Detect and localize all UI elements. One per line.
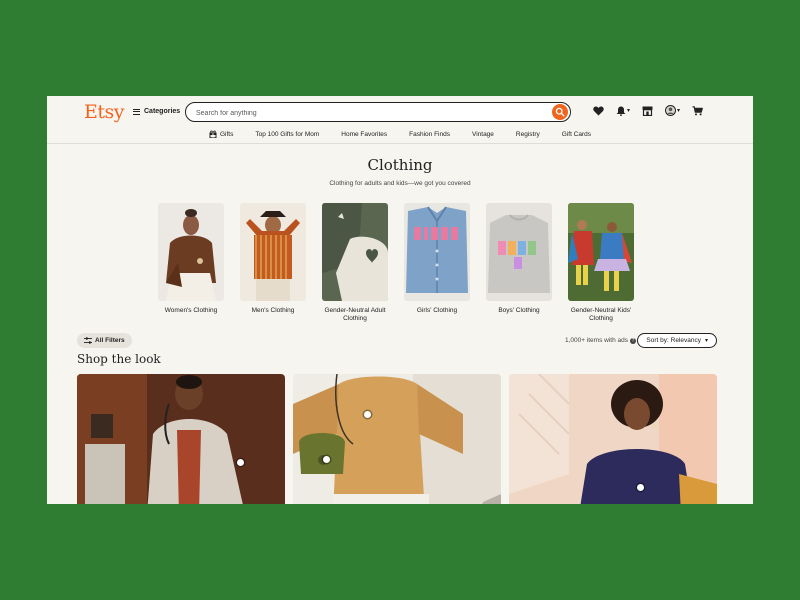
chevron-down-icon: ▾ — [626, 108, 630, 114]
info-icon[interactable]: ? — [630, 337, 636, 344]
category-girls-clothing[interactable]: Girls' Clothing — [404, 203, 470, 323]
category-gender-neutral-adult-clothing[interactable]: Gender-Neutral Adult Clothing — [322, 203, 388, 323]
nav-item-fashion-finds[interactable]: Fashion Finds — [409, 131, 450, 138]
etsy-logo[interactable]: Etsy — [84, 101, 125, 123]
results-count-text: 1,000+ items with ads — [564, 337, 628, 344]
nav-label: Gifts — [219, 130, 234, 138]
header-actions: ▾ ▾ — [593, 105, 703, 116]
etsy-page: Etsy Categories ▾ — [47, 96, 753, 504]
shop-the-look-title: Shop the look — [77, 352, 161, 366]
look-image — [77, 374, 285, 504]
sort-label: Sort by: Relevancy — [646, 337, 701, 344]
bell-icon — [616, 106, 626, 116]
category-image — [322, 203, 388, 301]
category-label: Girls' Clothing — [416, 307, 458, 314]
category-image — [240, 203, 306, 301]
sort-dropdown[interactable]: Sort by: Relevancy ▾ — [637, 333, 717, 348]
avatar-icon — [664, 105, 676, 116]
category-image — [568, 203, 634, 301]
page-subtitle: Clothing for adults and kids—we got you … — [329, 180, 471, 187]
category-label: Gender-Neutral Adult Clothing — [324, 307, 386, 322]
category-image — [404, 203, 470, 301]
nav-item-top-100-gifts[interactable]: Top 100 Gifts for Mom — [255, 131, 319, 138]
category-mens-clothing[interactable]: Men's Clothing — [240, 203, 306, 323]
category-womens-clothing[interactable]: Women's Clothing — [158, 203, 224, 323]
look-card[interactable] — [77, 374, 285, 504]
category-list: Women's Clothing Men's Clothing Gender-N… — [158, 203, 634, 323]
shop-manager-button[interactable] — [642, 106, 653, 116]
chevron-down-icon: ▾ — [676, 108, 680, 114]
all-filters-button[interactable]: All Filters — [77, 333, 132, 348]
filter-icon — [84, 337, 92, 344]
nav-item-gifts[interactable]: Gifts — [209, 130, 233, 138]
category-label: Gender-Neutral Kids' Clothing — [570, 307, 632, 322]
nav-item-registry[interactable]: Registry — [516, 131, 540, 138]
product-hotspot[interactable] — [237, 459, 244, 466]
page-title: Clothing — [367, 156, 433, 174]
favorites-button[interactable] — [593, 106, 604, 116]
category-gender-neutral-kids-clothing[interactable]: Gender-Neutral Kids' Clothing — [568, 203, 634, 323]
account-button[interactable]: ▾ — [664, 105, 680, 116]
cart-icon — [692, 105, 703, 115]
menu-icon — [133, 108, 140, 115]
category-boys-clothing[interactable]: Boys' Clothing — [486, 203, 552, 323]
category-image — [486, 203, 552, 301]
notifications-button[interactable]: ▾ — [616, 106, 630, 116]
top-navigation: Gifts Top 100 Gifts for Mom Home Favorit… — [47, 127, 753, 141]
chevron-down-icon: ▾ — [704, 338, 708, 344]
search-bar — [185, 102, 571, 122]
look-card[interactable] — [293, 374, 501, 504]
gift-icon — [209, 130, 217, 138]
nav-item-gift-cards[interactable]: Gift Cards — [562, 131, 591, 138]
search-input[interactable] — [194, 106, 538, 120]
look-card[interactable] — [509, 374, 717, 504]
product-hotspot[interactable] — [637, 484, 644, 491]
look-image — [509, 374, 717, 504]
look-image — [293, 374, 501, 504]
search-icon — [555, 107, 565, 117]
storefront-icon — [642, 106, 653, 116]
category-label: Boys' Clothing — [498, 307, 540, 314]
categories-button[interactable]: Categories — [133, 108, 180, 115]
category-label: Women's Clothing — [164, 307, 218, 314]
category-image — [158, 203, 224, 301]
category-label: Men's Clothing — [251, 307, 295, 314]
categories-label: Categories — [144, 108, 181, 115]
cart-button[interactable] — [692, 105, 703, 116]
results-count: 1,000+ items with ads ? — [565, 337, 636, 344]
all-filters-label: All Filters — [95, 337, 125, 344]
nav-item-home-favorites[interactable]: Home Favorites — [341, 131, 387, 138]
nav-item-vintage[interactable]: Vintage — [472, 131, 494, 138]
product-hotspot[interactable] — [364, 411, 371, 418]
product-hotspot[interactable] — [323, 456, 330, 463]
header-divider — [47, 143, 753, 144]
heart-icon — [593, 106, 604, 115]
search-button[interactable] — [552, 104, 568, 120]
